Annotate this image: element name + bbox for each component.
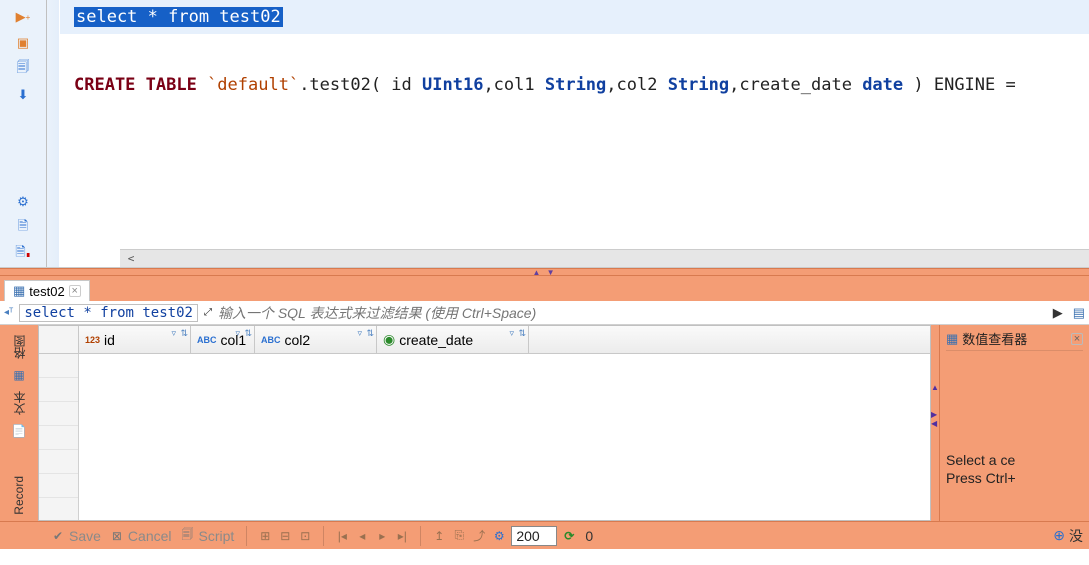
copy-icon[interactable]: ⎘ [451,528,467,544]
page-size-input[interactable] [511,526,557,546]
duplicate-row-icon[interactable]: ⊟ [277,528,293,544]
filter-next-icon[interactable]: ▶ [1049,305,1067,321]
filter-input[interactable] [218,305,1043,321]
run-icon[interactable]: ▶+ [14,8,32,26]
table-row[interactable] [39,354,78,378]
current-query-text[interactable]: select * from test02 [19,304,198,322]
panels-icon[interactable]: ▤ [1073,305,1085,321]
result-tab-test02[interactable]: ▦ test02 × [4,280,90,301]
result-vertical-tabs: 格图 ▦ 文本 📄 Record [0,325,38,521]
file-error-icon[interactable]: 🗎∎ [14,245,32,263]
editor-hscrollbar[interactable]: < [120,249,1089,267]
check-icon: ✔ [50,528,66,544]
close-panel-icon[interactable]: × [1071,333,1083,345]
delete-row-icon[interactable]: ⊡ [297,528,313,544]
grid-header: 123 id ▿⇅ ABC col1 ▿⇅ ABC col2 ▿⇅ ◉ crea… [39,326,930,354]
sql-editor[interactable]: select * from test02 CREATE TABLE `defau… [60,0,1089,267]
table-row[interactable] [39,402,78,426]
split-sash[interactable]: ▲ ▼ [0,268,1089,276]
value-viewer-hint2: Press Ctrl+ [946,469,1083,487]
grid-vscroll-indicator[interactable]: ▲▶◀ [931,325,939,521]
last-page-icon[interactable]: ▸| [394,528,410,544]
vtab-record[interactable]: Record [12,476,26,515]
grid-view-icon[interactable]: ▦ [11,367,27,383]
script-icon: 🗐 [180,528,196,544]
editor-fold-gutter [47,0,60,267]
row-count: 0 [585,528,593,544]
sort-icon[interactable]: ⇅ [518,328,526,339]
results-grid: 123 id ▿⇅ ABC col1 ▿⇅ ABC col2 ▿⇅ ◉ crea… [38,325,931,521]
filter-icon[interactable]: ▿ [235,328,240,339]
close-tab-icon[interactable]: × [69,285,81,297]
first-page-icon[interactable]: |◂ [334,528,350,544]
status-right-icon[interactable]: ⊕ [1053,527,1065,544]
table-row[interactable] [39,378,78,402]
prev-page-icon[interactable]: ◂ [354,528,370,544]
filter-icon[interactable]: ▿ [357,328,362,339]
table-row[interactable] [39,426,78,450]
text-view-icon[interactable]: 📄 [11,423,27,439]
execute-script-icon[interactable]: ▣ [14,34,32,52]
col-col2-header[interactable]: ABC col2 ▿⇅ [255,326,377,353]
explain-plan-icon[interactable]: 🗐 [14,60,32,78]
next-page-icon[interactable]: ▸ [374,528,390,544]
status-bar: ✔Save ⊠Cancel 🗐Script ⊞ ⊟ ⊡ |◂ ◂ ▸ ▸| ↥ … [0,521,1089,549]
refresh-icon[interactable]: ⟳ [561,528,577,544]
value-viewer-icon: ▦ [946,331,958,347]
selected-sql: select * from test02 [74,7,283,27]
col-createdate-header[interactable]: ◉ create_date ▿⇅ [377,326,529,353]
result-tab-label: test02 [29,284,64,299]
sort-icon[interactable]: ⇅ [244,328,252,339]
value-viewer-hint1: Select a ce [946,451,1083,469]
new-file-icon[interactable]: 🗎 [14,219,32,237]
grid-body[interactable] [39,354,930,520]
export-data-icon[interactable]: ⤴ [471,528,487,544]
clock-icon: ◉ [383,331,395,348]
value-viewer-panel: ▦ 数值查看器 × Select a ce Press Ctrl+ [939,325,1089,521]
rownum-header[interactable] [39,326,79,353]
editor-left-gutter: ▶+ ▣ 🗐 ⬇ ⚙ 🗎 🗎∎ [0,0,47,267]
result-tabbar: ▦ test02 × [0,276,1089,301]
status-right-text: 没 [1069,526,1083,546]
rownum-column [39,354,79,520]
result-filter-bar: ◂ᵀ select * from test02 ⤢ ▶ ▤ [0,301,1089,325]
table-row[interactable] [39,450,78,474]
export-icon[interactable]: ⬇ [14,86,32,104]
settings-gear-icon[interactable]: ⚙ [14,193,32,211]
col-col1-header[interactable]: ABC col1 ▿⇅ [191,326,255,353]
save-button[interactable]: ✔Save [48,528,103,544]
col-id-header[interactable]: 123 id ▿⇅ [79,326,191,353]
add-row-icon[interactable]: ⊞ [257,528,273,544]
configure-icon[interactable]: ⚙ [491,528,507,544]
cancel-icon: ⊠ [109,528,125,544]
scroll-left-icon[interactable]: < [120,242,142,276]
table-row[interactable] [39,474,78,498]
value-viewer-title: 数值查看器 [962,329,1027,348]
sort-icon[interactable]: ⇅ [366,328,374,339]
cancel-button[interactable]: ⊠Cancel [107,528,174,544]
sort-icon[interactable]: ⇅ [180,328,188,339]
vtab-text[interactable]: 文本 [11,391,28,415]
filter-icon[interactable]: ▿ [509,328,514,339]
sql-badge-icon: ◂ᵀ [4,307,13,318]
expand-icon[interactable]: ⤢ [204,307,212,318]
filter-icon[interactable]: ▿ [171,328,176,339]
table-icon: ▦ [13,283,25,299]
import-icon[interactable]: ↥ [431,528,447,544]
vtab-grid[interactable]: 格图 [11,335,28,359]
script-button[interactable]: 🗐Script [178,528,237,544]
